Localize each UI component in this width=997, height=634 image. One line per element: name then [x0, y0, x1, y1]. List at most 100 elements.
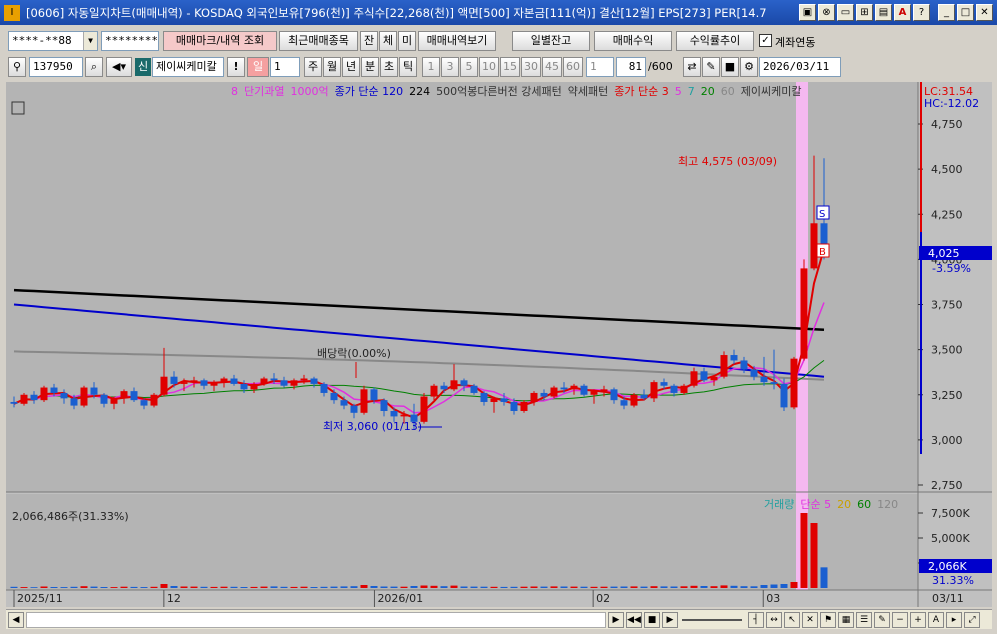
navigation-bar: ◀ ▶ ◀◀ ■ ▶ ┤ ↔ ↖ ✕ ⚑ ▦ ☰ ✎ − + A ▸ ⤢ — [6, 609, 992, 629]
volume-bar — [110, 587, 118, 588]
arrows-icon[interactable]: ⇄ — [683, 57, 701, 77]
volume-bar — [700, 586, 708, 588]
volume-bar — [50, 587, 58, 588]
price-chart[interactable]: 4,7504,5004,2504,0003,7503,5003,2503,000… — [6, 82, 992, 607]
volume-bar — [210, 586, 218, 588]
candle-body — [730, 355, 738, 361]
period-num-field[interactable]: 1 — [270, 57, 300, 77]
count-field[interactable]: 81 — [616, 57, 646, 77]
volume-bar — [30, 587, 38, 588]
window-icon[interactable]: ▭ — [837, 4, 854, 21]
scroll-end-icon[interactable]: ▸ — [946, 612, 962, 628]
cursor-icon[interactable]: ↖ — [784, 612, 800, 628]
tab-jan[interactable]: 잔 — [360, 31, 378, 51]
print-icon[interactable]: ▣ — [799, 4, 816, 21]
save-icon[interactable]: ■ — [721, 57, 739, 77]
maximize-button[interactable]: □ — [957, 4, 974, 21]
stock-code-field[interactable]: 137950 — [29, 57, 83, 77]
volume-bar — [320, 586, 328, 588]
volume-bar — [420, 585, 428, 588]
flag-icon[interactable]: ⚑ — [820, 612, 836, 628]
minute-value-field[interactable]: 1 — [586, 57, 614, 77]
volume-bar — [610, 586, 618, 588]
period-day-button[interactable]: 일 — [247, 57, 269, 77]
tab-che[interactable]: 체 — [379, 31, 397, 51]
save-icon[interactable]: ▤ — [875, 4, 892, 21]
zoom-in-icon[interactable]: + — [910, 612, 926, 628]
password-field[interactable]: ******** — [101, 31, 159, 51]
account-link-checkbox[interactable]: ✓ — [759, 34, 772, 47]
interval-10-button[interactable]: 10 — [479, 57, 499, 77]
zoom-range-icon[interactable]: ↔ — [766, 612, 782, 628]
period-month-button[interactable]: 월 — [323, 57, 341, 77]
interval-60-button[interactable]: 60 — [563, 57, 583, 77]
volume-bar — [560, 586, 568, 588]
account-field[interactable]: ****-**88 ▼ — [8, 31, 98, 51]
minimize-button[interactable]: _ — [938, 4, 955, 21]
volume-bar — [500, 586, 508, 588]
interval-5-button[interactable]: 5 — [460, 57, 478, 77]
pin-icon[interactable]: ⚲ — [8, 57, 26, 77]
zoom-out-icon[interactable]: − — [892, 612, 908, 628]
speaker-icon[interactable]: ◀▾ — [106, 57, 132, 77]
candle-body — [340, 400, 348, 406]
recent-trades-button[interactable]: 최근매매종목 — [279, 31, 358, 51]
grid-icon[interactable]: ▦ — [838, 612, 854, 628]
volume-bar — [470, 586, 478, 588]
play-icon[interactable]: ▶ — [662, 612, 678, 628]
cross-icon[interactable]: ✕ — [802, 612, 818, 628]
help-icon[interactable]: ? — [913, 4, 930, 21]
candle-body — [750, 369, 758, 377]
volume-legend-item: 단순 5 — [800, 498, 831, 511]
scroll-right-icon[interactable]: ▶ — [608, 612, 624, 628]
link-icon[interactable]: ⊗ — [818, 4, 835, 21]
period-year-button[interactable]: 년 — [342, 57, 360, 77]
list-icon[interactable]: ☰ — [856, 612, 872, 628]
alert-icon[interactable]: ! — [227, 57, 245, 77]
trade-mark-button[interactable]: 매매마크/내역 조회 — [163, 31, 277, 51]
rewind-icon[interactable]: ◀◀ — [626, 612, 642, 628]
volume-bar — [10, 586, 18, 588]
volume-bar — [120, 586, 128, 588]
text-icon[interactable]: A — [928, 612, 944, 628]
speed-slider[interactable] — [682, 619, 742, 621]
candle-body — [40, 387, 48, 401]
interval-3-button[interactable]: 3 — [441, 57, 459, 77]
interval-1-button[interactable]: 1 — [422, 57, 440, 77]
tab-mi[interactable]: 미 — [398, 31, 416, 51]
interval-45-button[interactable]: 45 — [542, 57, 562, 77]
return-trend-button[interactable]: 수익률추이 — [676, 31, 754, 51]
trade-view-button[interactable]: 매매내역보기 — [418, 31, 496, 51]
date-value: 2026/03/11 — [763, 60, 830, 73]
step-icon[interactable]: ┤ — [748, 612, 764, 628]
chart-area[interactable]: 4,7504,5004,2504,0003,7503,5003,2503,000… — [6, 82, 992, 607]
font-icon[interactable]: A — [894, 4, 911, 21]
trade-profit-button[interactable]: 매매수익 — [594, 31, 672, 51]
legend-item: 224 — [409, 85, 430, 98]
daily-balance-button[interactable]: 일별잔고 — [512, 31, 590, 51]
interval-15-button[interactable]: 15 — [500, 57, 520, 77]
gear-icon[interactable]: ⚙ — [740, 57, 758, 77]
close-button[interactable]: ✕ — [976, 4, 993, 21]
scroll-left-icon[interactable]: ◀ — [8, 612, 24, 628]
fullscreen-icon[interactable]: ⤢ — [964, 612, 980, 628]
date-field[interactable]: 2026/03/11 — [759, 57, 841, 77]
tool-icon[interactable]: ✎ — [702, 57, 720, 77]
current-price: 4,025 — [928, 247, 960, 260]
candle-body — [250, 383, 258, 390]
candle-body — [190, 380, 198, 383]
period-second-button[interactable]: 초 — [380, 57, 398, 77]
candle-body — [180, 382, 188, 384]
interval-30-button[interactable]: 30 — [521, 57, 541, 77]
period-week-button[interactable]: 주 — [304, 57, 322, 77]
candle-body — [90, 387, 98, 395]
brush-icon[interactable]: ✎ — [874, 612, 890, 628]
chevron-down-icon[interactable]: ▼ — [83, 32, 97, 50]
period-minute-button[interactable]: 분 — [361, 57, 379, 77]
lock-icon[interactable]: ⊞ — [856, 4, 873, 21]
period-tick-button[interactable]: 틱 — [399, 57, 417, 77]
hc-label: HC:-12.02 — [924, 97, 979, 110]
search-icon[interactable]: ⌕ — [85, 57, 103, 77]
stop-icon[interactable]: ■ — [644, 612, 660, 628]
scroll-track[interactable] — [26, 612, 606, 628]
